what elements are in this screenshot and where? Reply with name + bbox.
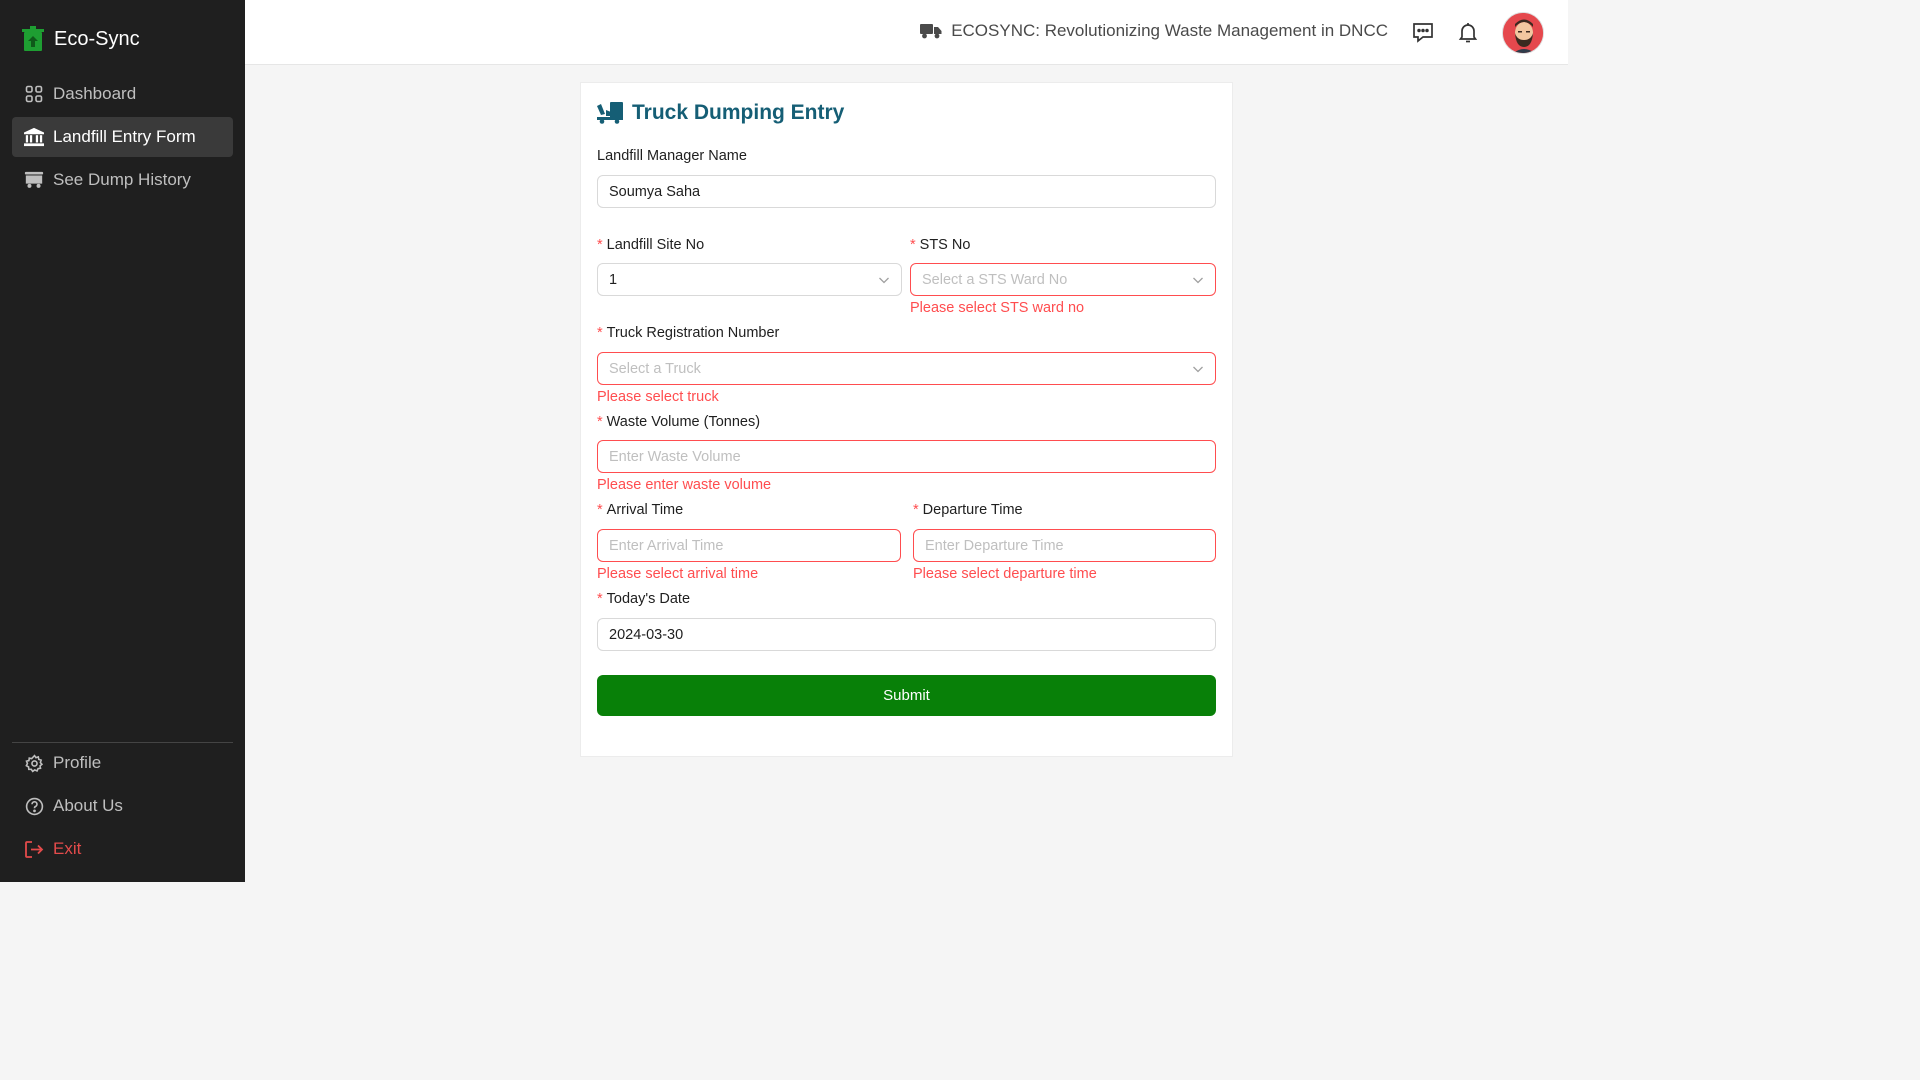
sidebar-item-label: Exit [53,839,82,858]
waste-volume-error: Please enter waste volume [597,477,772,493]
waste-volume-label: * Waste Volume (Tonnes) [597,414,761,430]
truck-history-icon [24,170,44,190]
sidebar-item-label: Profile [53,753,102,772]
grid-icon [24,84,44,104]
chevron-down-icon [879,277,889,284]
sidebar-item-about-us[interactable]: About Us [12,786,233,826]
bell-icon[interactable] [1456,20,1480,44]
top-header: ECOSYNC: Revolutionizing Waste Managemen… [245,0,1568,65]
waste-volume-input[interactable]: Enter Waste Volume [597,440,1216,473]
sts-select[interactable]: Select a STS Ward No [910,263,1216,296]
manager-name-input[interactable]: Soumya Saha [597,175,1216,208]
departure-time-input[interactable]: Enter Departure Time [913,529,1216,562]
truck-icon [920,24,942,39]
date-input[interactable]: 2024-03-30 [597,618,1216,651]
avatar[interactable] [1502,12,1544,54]
sts-error: Please select STS ward no [910,300,1085,316]
truck-error: Please select truck [597,389,719,405]
form-title: Truck Dumping Entry [597,101,844,125]
gear-icon [24,753,44,773]
sidebar-item-landfill-entry-form[interactable]: Landfill Entry Form [12,117,233,157]
sidebar-item-dashboard[interactable]: Dashboard [12,74,233,114]
chevron-down-icon [1193,277,1203,284]
sidebar-item-label: Dashboard [53,84,137,103]
submit-button[interactable]: Submit [597,675,1216,716]
departure-time-label: * Departure Time [913,502,1023,518]
brand-name: Eco-Sync [54,27,140,50]
truck-select[interactable]: Select a Truck [597,352,1216,385]
manager-name-label: Landfill Manager Name [597,148,747,164]
sidebar: Eco-Sync Dashboard Landfill Entry Form S… [0,0,245,882]
bank-icon [24,127,44,147]
sidebar-item-label: Landfill Entry Form [53,127,196,146]
landfill-site-label: * Landfill Site No [597,237,705,253]
truck-dumping-entry-card: Truck Dumping Entry Landfill Manager Nam… [580,82,1233,757]
brand[interactable]: Eco-Sync [22,26,140,52]
logout-icon [24,839,44,859]
trash-bin-icon [22,26,44,51]
truck-unload-icon [597,102,623,124]
sidebar-item-exit[interactable]: Exit [12,829,233,869]
sidebar-item-label: About Us [53,796,123,815]
sts-label: * STS No [910,237,971,253]
arrival-time-error: Please select arrival time [597,566,759,582]
arrival-time-label: * Arrival Time [597,502,684,518]
chevron-down-icon [1193,366,1203,373]
date-label: * Today's Date [597,591,691,607]
sidebar-item-profile[interactable]: Profile [12,743,233,783]
user-avatar-icon [1503,13,1543,53]
sidebar-item-dump-history[interactable]: See Dump History [12,160,233,200]
truck-label: * Truck Registration Number [597,325,780,341]
departure-time-error: Please select departure time [913,566,1097,582]
chat-icon[interactable] [1411,20,1435,44]
question-circle-icon [24,796,44,816]
arrival-time-input[interactable]: Enter Arrival Time [597,529,901,562]
landfill-site-select[interactable]: 1 [597,263,902,296]
sidebar-item-label: See Dump History [53,170,191,189]
header-title: ECOSYNC: Revolutionizing Waste Managemen… [920,21,1388,41]
